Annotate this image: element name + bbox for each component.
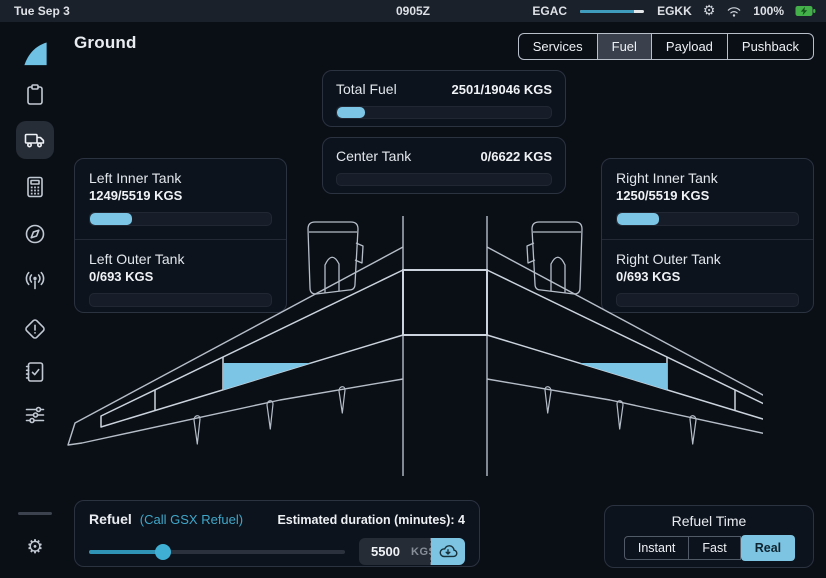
refuel-label: Refuel <box>89 511 132 527</box>
right-outer-tank-value: 0/693 KGS <box>616 269 799 284</box>
refuel-panel: Refuel (Call GSX Refuel) Estimated durat… <box>74 500 480 567</box>
right-tanks-panel: Right Inner Tank 1250/5519 KGS Right Out… <box>601 158 814 313</box>
left-outer-tank-bar <box>89 293 272 307</box>
truck-icon[interactable] <box>23 128 47 152</box>
airline-fin-logo <box>23 42 48 67</box>
tab-services[interactable]: Services <box>519 34 597 59</box>
right-inner-tank-label: Right Inner Tank <box>616 170 799 186</box>
left-inner-tank-label: Left Inner Tank <box>89 170 272 186</box>
sidebar: ⚙ <box>0 22 70 578</box>
checklist-icon[interactable] <box>23 360 47 384</box>
compass-icon[interactable] <box>23 222 47 246</box>
total-fuel-value: 2501/19046 KGS <box>452 82 552 97</box>
refuel-time-title: Refuel Time <box>605 513 813 529</box>
refuel-amount-input[interactable] <box>359 544 411 559</box>
total-fuel-panel: Total Fuel 2501/19046 KGS <box>322 70 566 127</box>
estimated-duration: Estimated duration (minutes): 4 <box>277 513 465 527</box>
total-fuel-bar <box>336 106 552 119</box>
refuel-amount-field[interactable]: KGS <box>359 538 431 565</box>
left-outer-tank-value: 0/693 KGS <box>89 269 272 284</box>
refuel-time-fast[interactable]: Fast <box>689 536 740 560</box>
sidebar-divider <box>18 512 52 515</box>
status-time: 0905Z <box>0 4 826 18</box>
tab-fuel[interactable]: Fuel <box>597 34 651 59</box>
confirm-refuel-button[interactable] <box>431 538 465 565</box>
refuel-time-options: Instant Fast Real <box>624 536 794 560</box>
refuel-time-real[interactable]: Real <box>741 535 795 561</box>
right-outer-tank-label: Right Outer Tank <box>616 251 799 267</box>
center-tank-label: Center Tank <box>336 148 411 164</box>
center-tank-bar <box>336 173 552 186</box>
refuel-amount-group: KGS <box>359 538 465 565</box>
status-bar: Tue Sep 3 0905Z EGAC EGKK ⚙ 100% <box>0 0 826 22</box>
slider-fill <box>89 550 163 554</box>
tab-bar: Services Fuel Payload Pushback <box>518 33 814 60</box>
gear-icon[interactable]: ⚙ <box>0 535 70 559</box>
tab-payload[interactable]: Payload <box>651 34 727 59</box>
right-inner-tank-bar <box>616 212 799 226</box>
clipboard-icon[interactable] <box>23 83 47 107</box>
main-content: Ground Services Fuel Payload Pushback To… <box>70 22 826 578</box>
refuel-time-instant[interactable]: Instant <box>624 536 690 560</box>
call-gsx-refuel-link[interactable]: (Call GSX Refuel) <box>140 512 243 527</box>
left-outer-tank-label: Left Outer Tank <box>89 251 272 267</box>
antenna-icon[interactable] <box>23 268 47 292</box>
left-tanks-panel: Left Inner Tank 1249/5519 KGS Left Outer… <box>74 158 287 313</box>
refuel-time-panel: Refuel Time Instant Fast Real <box>604 505 814 568</box>
cloud-download-icon <box>437 543 459 560</box>
center-tank-value: 0/6622 KGS <box>480 149 552 164</box>
refuel-amount-slider[interactable] <box>89 544 345 560</box>
left-inner-tank-value: 1249/5519 KGS <box>89 188 272 203</box>
total-fuel-label: Total Fuel <box>336 81 397 97</box>
efb-ground-screen: Tue Sep 3 0905Z EGAC EGKK ⚙ 100% <box>0 0 826 578</box>
tab-pushback[interactable]: Pushback <box>727 34 813 59</box>
page-title: Ground <box>74 33 137 53</box>
calculator-icon[interactable] <box>23 175 47 199</box>
right-outer-tank-bar <box>616 293 799 307</box>
right-inner-tank-value: 1250/5519 KGS <box>616 188 799 203</box>
warning-diamond-icon[interactable] <box>23 317 47 341</box>
left-inner-tank-bar <box>89 212 272 226</box>
slider-handle[interactable] <box>155 544 171 560</box>
sliders-icon[interactable] <box>23 403 47 427</box>
center-tank-panel: Center Tank 0/6622 KGS <box>322 137 566 194</box>
